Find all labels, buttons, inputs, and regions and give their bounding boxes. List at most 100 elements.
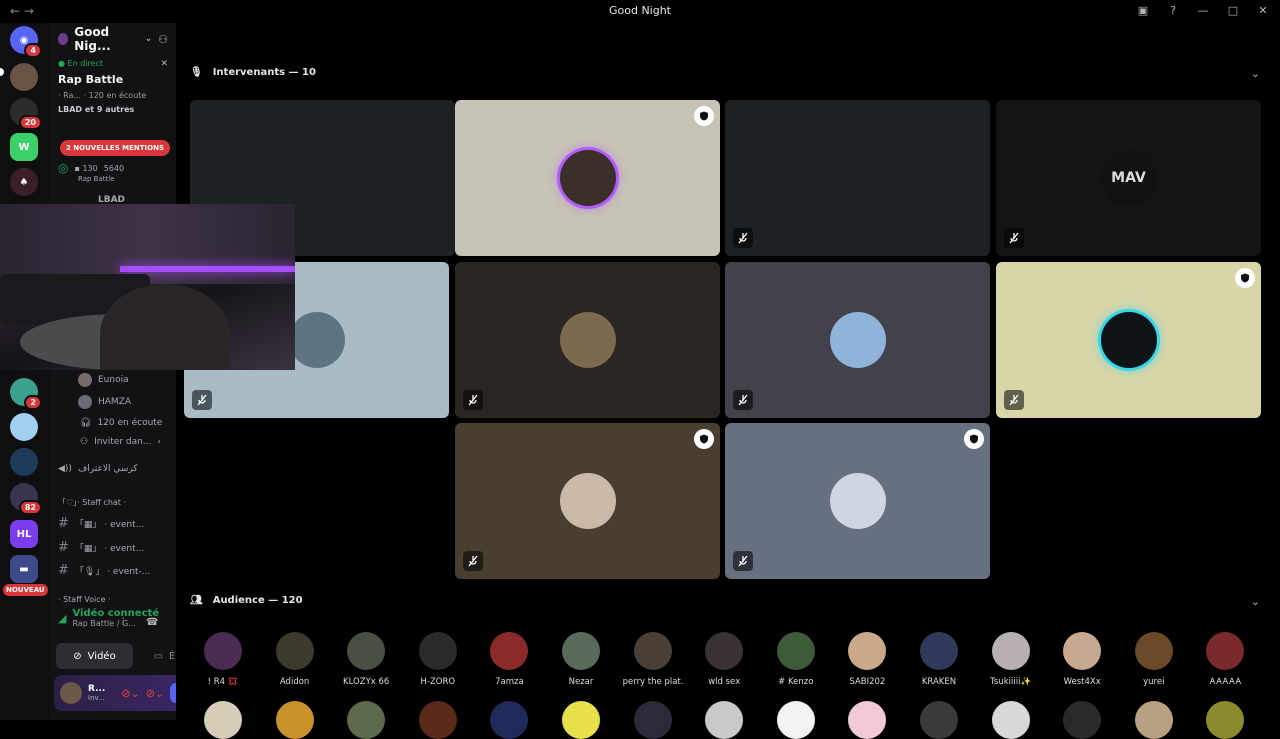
- listening-label: 120 en écoute: [97, 418, 163, 428]
- maximize-icon[interactable]: □: [1226, 3, 1240, 17]
- audience-avatar[interactable]: [1134, 701, 1173, 739]
- speaker-tile[interactable]: [996, 262, 1261, 418]
- live-meta: · Ra... · 120 en écoute: [58, 91, 147, 100]
- server-folder-icon[interactable]: 82: [10, 483, 42, 515]
- server-icon[interactable]: [10, 63, 38, 91]
- audience-member[interactable]: West4Xx: [1052, 632, 1112, 687]
- disconnect-icon[interactable]: ☎: [146, 617, 158, 628]
- close-icon[interactable]: ✕: [160, 59, 168, 69]
- speaker-tile[interactable]: [725, 262, 990, 418]
- audience-name: 7amza: [495, 677, 524, 687]
- audience-avatar[interactable]: [1063, 701, 1102, 739]
- audience-avatar[interactable]: [490, 701, 529, 739]
- close-icon[interactable]: ✕: [1256, 3, 1270, 17]
- category-staff-voice[interactable]: · Staff Voice ·: [58, 595, 111, 604]
- speaker-tile[interactable]: [455, 262, 720, 418]
- stage-channel-item[interactable]: ◎ ▪ 130 5640: [58, 161, 124, 175]
- noise-suppression-icon[interactable]: ⫶: [122, 617, 125, 628]
- audience-member[interactable]: wld sex: [694, 632, 754, 687]
- server-header[interactable]: Good Nig... ⌄ ⚇: [50, 23, 176, 55]
- webcam-overlay: [0, 204, 295, 370]
- audience-avatar[interactable]: [705, 701, 744, 739]
- server-icon[interactable]: ♠: [10, 168, 38, 196]
- stage-sub: Rap Battle: [78, 175, 115, 183]
- speaker-tile[interactable]: [455, 100, 720, 256]
- audience-avatar[interactable]: [1206, 701, 1245, 739]
- speaker-tile[interactable]: [725, 100, 990, 256]
- audience-member[interactable]: # Kenzo: [766, 632, 826, 687]
- audience-member[interactable]: 7amza: [479, 632, 539, 687]
- viewer-count: 5640: [103, 163, 125, 173]
- channel-item[interactable]: ◀)) كرسي الاعتراف: [58, 464, 138, 474]
- audience-member[interactable]: Tsukiiiii✨: [981, 632, 1041, 687]
- user-name: R...: [88, 684, 106, 694]
- live-stage-card[interactable]: ● En direct ✕ Rap Battle · Ra... · 120 e…: [50, 55, 176, 118]
- live-speakers: LBAD et 9 autres: [58, 105, 135, 114]
- avatar: [559, 473, 616, 529]
- new-mentions-pill[interactable]: 2 NOUVELLES MENTIONS: [60, 140, 171, 156]
- audience-member[interactable]: 𐌀𐌀𐌀𐌀𐌀: [1195, 632, 1255, 687]
- audience-avatar[interactable]: [204, 701, 242, 739]
- speaker-tile[interactable]: [725, 423, 990, 579]
- audience-member[interactable]: yurei: [1124, 632, 1184, 687]
- title-bar: ← → Good Night ▣ ? — □ ✕: [0, 0, 1280, 23]
- speaker-tile[interactable]: MAV: [996, 100, 1261, 256]
- audience-member[interactable]: Adidon: [265, 632, 325, 687]
- audience-member[interactable]: H-ZORO: [408, 632, 468, 687]
- member-eunoia[interactable]: Eunoia: [78, 373, 129, 387]
- server-icon[interactable]: 2: [10, 378, 42, 410]
- audience-member[interactable]: SABI202: [837, 632, 897, 687]
- deafen-icon[interactable]: ⊘⌄: [146, 687, 164, 700]
- audience-header[interactable]: 👥︎ Audience — 120: [190, 595, 303, 606]
- audience-name: KRAKEN: [921, 677, 957, 687]
- microphone-icon: 🎙︎: [190, 67, 203, 78]
- audience-avatar[interactable]: [347, 701, 386, 739]
- avatar: [920, 632, 958, 670]
- server-icon[interactable]: 20: [10, 98, 42, 130]
- server-icon[interactable]: W: [10, 133, 38, 161]
- server-icon[interactable]: [10, 448, 38, 476]
- channel-label: كرسي الاعتراف: [77, 464, 138, 474]
- avatar: [776, 632, 815, 670]
- member-hamza[interactable]: HAMZA: [78, 395, 131, 409]
- audience-member[interactable]: perry the plat...: [623, 632, 683, 687]
- server-icon[interactable]: [10, 413, 38, 441]
- audience-avatar[interactable]: [418, 701, 457, 739]
- add-member-icon[interactable]: ⚇: [158, 33, 168, 46]
- server-mini-icon: [58, 33, 69, 45]
- speaker-tile[interactable]: [455, 423, 720, 579]
- category-staff-chat[interactable]: 「♡」· Staff chat ·: [58, 497, 126, 508]
- audience-member[interactable]: KLOZYx 66: [336, 632, 396, 687]
- channel-item[interactable]: # 「▦」 · event...: [58, 540, 144, 555]
- audience-avatar[interactable]: [633, 701, 672, 739]
- video-button[interactable]: ⊘ Vidéo: [56, 643, 133, 669]
- audience-member[interactable]: KRAKEN: [909, 632, 969, 687]
- audience-avatar[interactable]: [776, 701, 815, 739]
- audience-avatar[interactable]: [991, 701, 1030, 739]
- audience-avatar[interactable]: [562, 701, 600, 739]
- audience-avatar[interactable]: [275, 701, 314, 739]
- chevron-down-icon[interactable]: ⌄: [1251, 595, 1260, 608]
- server-icon[interactable]: HL: [10, 520, 38, 548]
- avatar[interactable]: [60, 682, 82, 704]
- audience-avatar[interactable]: [920, 701, 958, 739]
- audience-avatar[interactable]: [848, 701, 887, 739]
- channel-item[interactable]: # 「🎙」 · event-...: [58, 563, 150, 578]
- inbox-icon[interactable]: ▣: [1136, 3, 1150, 17]
- audience-name: ! R4 💢: [207, 677, 239, 687]
- speakers-title: Intervenants — 10: [212, 67, 316, 78]
- chevron-down-icon[interactable]: ⌄: [1251, 67, 1260, 80]
- folder-icon[interactable]: ▬: [10, 555, 38, 583]
- mic-muted-icon[interactable]: ⊘⌄: [121, 687, 139, 700]
- discord-home-icon[interactable]: ◉ 4: [10, 26, 42, 58]
- audience-member[interactable]: ! R4 💢: [193, 632, 253, 687]
- avatar: [204, 632, 242, 670]
- avatar: [1100, 312, 1157, 368]
- speakers-header[interactable]: 🎙︎ Intervenants — 10: [190, 67, 316, 78]
- stage-channel-icon: ◀)): [58, 464, 72, 474]
- channel-item[interactable]: # 「▦」 · event...: [58, 516, 144, 531]
- minimize-icon[interactable]: —: [1196, 3, 1210, 17]
- help-icon[interactable]: ?: [1166, 3, 1180, 17]
- audience-member[interactable]: Nezar: [551, 632, 611, 687]
- invite-button[interactable]: ⚇ Inviter dan... ›: [80, 437, 161, 447]
